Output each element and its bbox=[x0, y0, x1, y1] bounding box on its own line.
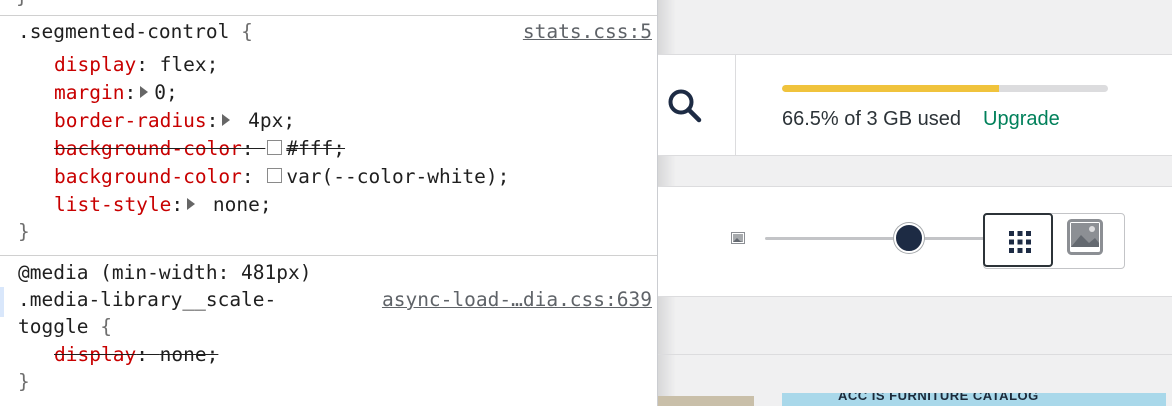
rule-selector-continued[interactable]: toggle bbox=[18, 315, 88, 338]
declaration-background-color-overridden[interactable]: background-color: #fff; bbox=[54, 135, 345, 162]
media-thumbnail[interactable] bbox=[658, 396, 754, 406]
grid-view-icon bbox=[1009, 231, 1031, 253]
rule-close-brace: } bbox=[18, 370, 30, 393]
large-view-icon[interactable] bbox=[1067, 219, 1103, 255]
declaration-list-style[interactable]: list-style: none; bbox=[54, 191, 272, 218]
search-button[interactable] bbox=[658, 55, 735, 155]
property-value[interactable]: #fff; bbox=[286, 137, 345, 160]
expand-triangle-icon[interactable] bbox=[222, 113, 231, 126]
previous-rule: } bbox=[0, 0, 657, 16]
css-rule-segmented-control: .segmented-control { stats.css:5 display… bbox=[0, 15, 657, 256]
grid-divider bbox=[658, 354, 1172, 355]
expand-triangle-icon[interactable] bbox=[140, 85, 149, 98]
rule-selector[interactable]: .media-library__scale- bbox=[18, 286, 276, 313]
header-separator bbox=[735, 55, 736, 155]
declaration-display-overridden[interactable]: display: none; bbox=[54, 341, 218, 368]
thumbnail-caption: ACC IS FURNITURE CATALOG bbox=[838, 393, 1039, 403]
media-query: @media (min-width: 481px) bbox=[18, 261, 312, 284]
rule-open-brace: { bbox=[241, 20, 253, 43]
declaration-background-color[interactable]: background-color: var(--color-white); bbox=[54, 163, 509, 190]
expand-triangle-icon[interactable] bbox=[187, 197, 196, 210]
rule-selector-line: toggle { bbox=[18, 313, 112, 340]
rule-selector-line: .segmented-control { bbox=[18, 18, 253, 45]
property-value[interactable]: var(--color-white); bbox=[286, 165, 509, 188]
property-value[interactable]: none; bbox=[213, 193, 272, 216]
storage-used-text: 66.5% of 3 GB used bbox=[782, 108, 962, 130]
storage-usage: 66.5% of 3 GB used Upgrade bbox=[782, 85, 1108, 131]
rule-close-brace: } bbox=[16, 0, 28, 8]
upgrade-link[interactable]: Upgrade bbox=[983, 108, 1060, 130]
color-swatch-icon[interactable] bbox=[267, 140, 283, 155]
property-name[interactable]: display bbox=[54, 343, 136, 366]
property-value[interactable]: 0; bbox=[154, 81, 177, 104]
property-name[interactable]: border-radius bbox=[54, 109, 207, 132]
media-header-card: 66.5% of 3 GB used Upgrade bbox=[658, 54, 1172, 156]
property-name[interactable]: margin bbox=[54, 81, 124, 104]
rule-open-brace: { bbox=[100, 315, 112, 338]
search-icon bbox=[668, 89, 702, 123]
property-name[interactable]: background-color bbox=[54, 137, 242, 160]
property-name[interactable]: list-style bbox=[54, 193, 171, 216]
property-value[interactable]: none; bbox=[160, 343, 219, 366]
rule-selector[interactable]: .segmented-control bbox=[18, 20, 229, 43]
css-rule-scale-toggle: @media (min-width: 481px) .media-library… bbox=[0, 256, 657, 406]
declaration-display[interactable]: display: flex; bbox=[54, 51, 218, 78]
declaration-margin[interactable]: margin: 0; bbox=[54, 79, 178, 106]
scale-slider-thumb[interactable] bbox=[894, 223, 924, 253]
rule-close-brace: } bbox=[18, 220, 30, 243]
media-thumbnail[interactable]: ACC IS FURNITURE CATALOG bbox=[782, 393, 1166, 406]
property-name[interactable]: display bbox=[54, 53, 136, 76]
declaration-border-radius[interactable]: border-radius: 4px; bbox=[54, 107, 295, 134]
media-scale-card bbox=[658, 186, 1172, 297]
image-small-icon bbox=[731, 232, 745, 244]
storage-bar-fill bbox=[782, 85, 999, 92]
rule-source-link[interactable]: async-load-…dia.css:639 bbox=[382, 286, 652, 313]
color-swatch-icon[interactable] bbox=[267, 168, 283, 183]
property-name[interactable]: background-color bbox=[54, 165, 242, 188]
rule-source-link[interactable]: stats.css:5 bbox=[523, 18, 652, 45]
media-library-panel: 66.5% of 3 GB used Upgrade ACC IS FURNIT… bbox=[658, 0, 1172, 406]
property-value[interactable]: 4px; bbox=[248, 109, 295, 132]
property-value[interactable]: flex; bbox=[160, 53, 219, 76]
grid-view-button[interactable] bbox=[983, 213, 1053, 267]
storage-text-row: 66.5% of 3 GB used Upgrade bbox=[782, 108, 1108, 131]
storage-bar bbox=[782, 85, 1108, 92]
devtools-styles-pane: } .segmented-control { stats.css:5 displ… bbox=[0, 0, 658, 406]
